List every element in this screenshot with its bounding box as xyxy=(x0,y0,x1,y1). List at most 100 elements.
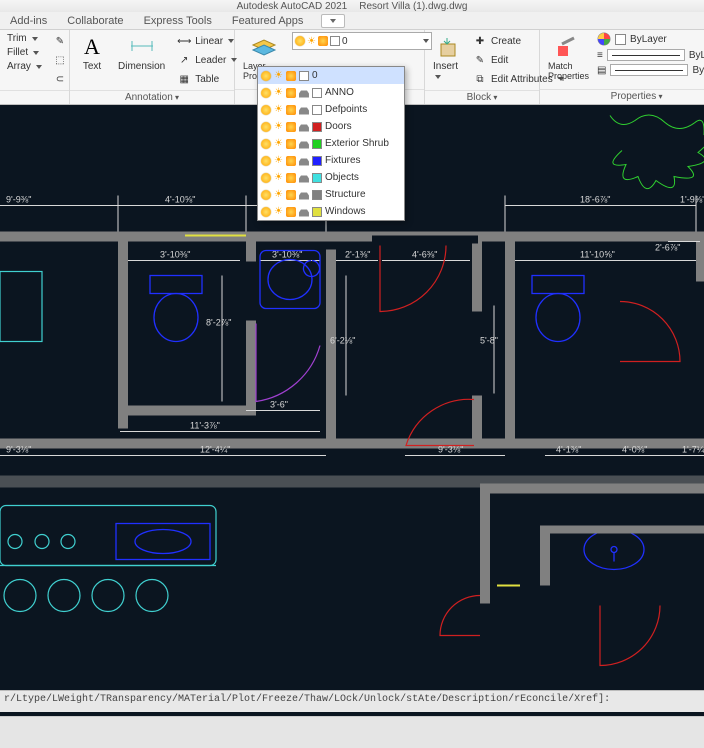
lock-icon[interactable] xyxy=(286,88,296,98)
lock-icon[interactable] xyxy=(286,105,296,115)
freeze-icon[interactable]: ☀ xyxy=(274,70,283,81)
bylayer-color-row[interactable]: ByLayer xyxy=(597,32,704,46)
toilet-2 xyxy=(532,276,584,342)
insert-button[interactable]: Insert xyxy=(429,32,465,85)
modify-panel: Trim Fillet Array ✎ ⬚ ⊂ xyxy=(0,30,70,104)
plot-icon[interactable] xyxy=(299,88,309,98)
color-swatch[interactable] xyxy=(299,71,309,81)
layer-item-structure[interactable]: ☀Structure xyxy=(258,186,404,203)
svg-text:1'-9⅝": 1'-9⅝" xyxy=(680,195,704,205)
svg-text:6'-2⅛": 6'-2⅛" xyxy=(330,336,355,346)
layer-name-label: Fixtures xyxy=(325,155,361,166)
layer-item-anno[interactable]: ☀ ANNO xyxy=(258,84,404,101)
layer-name-label: Exterior Shrub xyxy=(325,138,389,149)
table-button[interactable]: ▦Table xyxy=(173,70,240,88)
lock-icon[interactable] xyxy=(286,156,296,166)
freeze-icon[interactable]: ☀ xyxy=(274,121,283,132)
tab-express-tools[interactable]: Express Tools xyxy=(134,13,222,29)
layer-item-objects[interactable]: ☀Objects xyxy=(258,169,404,186)
layer-name-label: ANNO xyxy=(325,87,354,98)
layer-item-0[interactable]: ☀0 xyxy=(258,67,404,84)
bylayer-linetype-row[interactable]: ▤ByLayer xyxy=(597,64,704,76)
lock-icon[interactable] xyxy=(286,71,296,81)
layer-item-defpoints[interactable]: ☀ Defpoints xyxy=(258,101,404,118)
color-swatch[interactable] xyxy=(312,173,322,183)
color-swatch[interactable] xyxy=(312,88,322,98)
tab-featured-apps[interactable]: Featured Apps xyxy=(222,13,314,29)
plot-icon[interactable] xyxy=(299,156,309,166)
lock-icon[interactable] xyxy=(286,122,296,132)
svg-text:4'-6⅜": 4'-6⅜" xyxy=(412,250,437,260)
toilet-1 xyxy=(150,276,202,342)
plot-icon[interactable] xyxy=(299,190,309,200)
freeze-icon[interactable]: ☀ xyxy=(274,138,283,149)
freeze-icon[interactable]: ☀ xyxy=(274,104,283,115)
freeze-icon[interactable]: ☀ xyxy=(274,155,283,166)
svg-text:5'-8": 5'-8" xyxy=(480,336,498,346)
file-name: Resort Villa (1).dwg.dwg xyxy=(359,1,467,12)
lock-icon[interactable] xyxy=(286,207,296,217)
sink-1 xyxy=(260,251,320,309)
plot-icon[interactable] xyxy=(299,122,309,132)
dimension-button[interactable]: Dimension xyxy=(114,32,169,74)
lock-icon[interactable] xyxy=(286,190,296,200)
plot-icon[interactable] xyxy=(299,173,309,183)
properties-panel: Match Properties ByLayer ≡ByLayer ▤ByLay… xyxy=(540,30,704,104)
layer-dropdown-popup: ☀0☀ANNO☀Defpoints☀Doors☀Exterior Shrub☀F… xyxy=(257,66,405,221)
bylayer-lineweight-row[interactable]: ≡ByLayer xyxy=(597,49,704,61)
lock-icon[interactable] xyxy=(286,139,296,149)
current-layer-name: 0 xyxy=(342,36,348,47)
linear-button[interactable]: ⟷Linear xyxy=(173,32,240,50)
bulb-icon[interactable] xyxy=(261,105,271,115)
plot-icon[interactable] xyxy=(299,207,309,217)
layer-name-label: Defpoints xyxy=(325,104,367,115)
block-panel-title[interactable]: Block xyxy=(467,92,498,103)
trim-button[interactable]: Trim xyxy=(4,32,45,45)
tab-addins[interactable]: Add-ins xyxy=(0,13,57,29)
svg-text:1'-7¼": 1'-7¼" xyxy=(682,445,704,455)
command-line[interactable]: r/Ltype/LWeight/TRansparency/MATerial/Pl… xyxy=(0,690,704,712)
bulb-icon[interactable] xyxy=(261,71,271,81)
properties-panel-title[interactable]: Properties xyxy=(611,91,663,102)
lock-icon[interactable] xyxy=(286,173,296,183)
layer-item-windows[interactable]: ☀Windows xyxy=(258,203,404,220)
bulb-icon[interactable] xyxy=(261,190,271,200)
bulb-icon[interactable] xyxy=(261,173,271,183)
bulb-icon[interactable] xyxy=(261,139,271,149)
tab-collaborate[interactable]: Collaborate xyxy=(57,13,133,29)
layer-dropdown[interactable]: ☀ 0 xyxy=(292,32,432,50)
plot-icon[interactable] xyxy=(299,105,309,115)
array-button[interactable]: Array xyxy=(4,60,45,73)
text-button[interactable]: A Text xyxy=(74,32,110,74)
layer-item-doors[interactable]: ☀Doors xyxy=(258,118,404,135)
bulb-icon[interactable] xyxy=(261,122,271,132)
freeze-icon[interactable]: ☀ xyxy=(274,189,283,200)
freeze-icon[interactable]: ☀ xyxy=(274,206,283,217)
modify-tool1[interactable]: ✎ xyxy=(49,32,71,50)
freeze-icon[interactable]: ☀ xyxy=(274,172,283,183)
leader-button[interactable]: ↗Leader xyxy=(173,51,240,69)
color-swatch[interactable] xyxy=(312,156,322,166)
bulb-icon[interactable] xyxy=(261,88,271,98)
color-swatch[interactable] xyxy=(312,105,322,115)
match-properties-button[interactable]: Match Properties xyxy=(544,32,593,83)
bulb-icon[interactable] xyxy=(261,207,271,217)
tab-overflow-button[interactable] xyxy=(321,14,345,28)
color-swatch[interactable] xyxy=(312,190,322,200)
fillet-button[interactable]: Fillet xyxy=(4,46,45,59)
color-swatch[interactable] xyxy=(312,207,322,217)
modify-tool2[interactable]: ⬚ xyxy=(49,51,71,69)
layer-item-fixtures[interactable]: ☀ Fixtures xyxy=(258,152,404,169)
color-swatch[interactable] xyxy=(312,139,322,149)
freeze-icon[interactable]: ☀ xyxy=(274,87,283,98)
annotation-panel-title[interactable]: Annotation xyxy=(125,92,179,103)
bulb-icon xyxy=(295,36,305,46)
color-swatch[interactable] xyxy=(312,122,322,132)
svg-text:3'-10⅜": 3'-10⅜" xyxy=(160,250,190,260)
bulb-icon[interactable] xyxy=(261,156,271,166)
modify-tool3[interactable]: ⊂ xyxy=(49,70,71,88)
svg-text:12'-4¼": 12'-4¼" xyxy=(200,445,230,455)
layer-item-exterior-shrub[interactable]: ☀ Exterior Shrub xyxy=(258,135,404,152)
plot-icon[interactable] xyxy=(299,139,309,149)
freeze-icon: ☀ xyxy=(307,36,316,47)
